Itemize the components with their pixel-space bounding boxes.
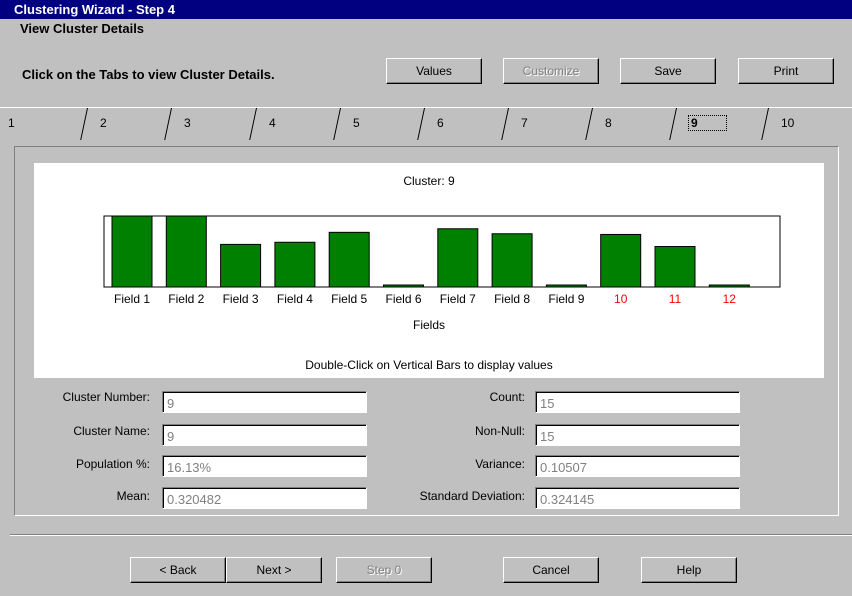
nonnull-label: Non-Null: xyxy=(474,424,525,438)
step0-button[interactable]: Step 0 xyxy=(336,557,432,583)
window-title: Clustering Wizard - Step 4 xyxy=(14,2,175,17)
save-button-label: Save xyxy=(654,64,682,78)
tab-label: 8 xyxy=(605,116,612,130)
cluster-name-input[interactable] xyxy=(163,425,366,445)
tab-label: 3 xyxy=(184,116,191,130)
tab-label: 2 xyxy=(100,116,107,130)
x-tick-label: 12 xyxy=(723,292,737,306)
instruction-text: Click on the Tabs to view Cluster Detail… xyxy=(22,67,275,82)
mean-input[interactable] xyxy=(163,488,366,508)
back-button[interactable]: < Back xyxy=(130,557,226,583)
bar-9[interactable] xyxy=(545,284,587,288)
bar-chart-svg: Cluster: 9 Field 1 Field 2 Field 3 Field 4 Fi… xyxy=(103,174,781,372)
variance-input[interactable] xyxy=(536,456,739,476)
population-label: Population %: xyxy=(75,457,150,471)
bar-12[interactable] xyxy=(708,284,750,288)
cluster-name-field[interactable] xyxy=(162,424,367,446)
cluster-number-field[interactable] xyxy=(162,391,367,413)
tab-label: 4 xyxy=(269,116,276,130)
cluster-tabs: 1 2 3 4 5 6 7 8 9 10 xyxy=(0,107,852,141)
back-arrow: < xyxy=(159,563,170,577)
tab-9[interactable]: 9 xyxy=(681,107,779,140)
tab-label: 6 xyxy=(437,116,444,130)
nonnull-input[interactable] xyxy=(536,425,739,445)
bar-11[interactable] xyxy=(654,246,696,288)
save-button[interactable]: Save xyxy=(620,58,716,84)
population-input[interactable] xyxy=(163,456,366,476)
count-field[interactable] xyxy=(535,391,740,413)
tab-8[interactable]: 8 xyxy=(597,107,687,140)
customize-button-label: Customize xyxy=(522,64,580,78)
bar-8[interactable] xyxy=(491,233,533,288)
x-tick-label: 10 xyxy=(614,292,628,306)
variance-label: Variance: xyxy=(475,457,525,471)
stddev-field[interactable] xyxy=(535,487,740,509)
bar-4[interactable] xyxy=(274,241,316,288)
tab-label: 10 xyxy=(781,116,795,130)
footer-separator xyxy=(10,534,852,536)
population-field[interactable] xyxy=(162,455,367,477)
cluster-number-label: Cluster Number: xyxy=(62,390,150,404)
x-tick-label: 11 xyxy=(669,292,682,306)
bar-5[interactable] xyxy=(328,231,370,288)
nonnull-field[interactable] xyxy=(535,424,740,446)
tab-6[interactable]: 6 xyxy=(429,107,519,140)
cancel-button[interactable]: Cancel xyxy=(503,557,599,583)
step0-button-label: Step 0 xyxy=(366,563,402,577)
tab-3[interactable]: 3 xyxy=(176,107,267,140)
stddev-input[interactable] xyxy=(536,488,739,508)
x-tick-label: Field 3 xyxy=(223,292,259,306)
tab-label: 7 xyxy=(521,116,528,130)
stddev-label: Standard Deviation: xyxy=(419,489,525,503)
count-label: Count: xyxy=(489,390,525,404)
variance-field[interactable] xyxy=(535,455,740,477)
bar-7[interactable] xyxy=(437,228,479,288)
x-tick-label: Field 7 xyxy=(440,292,476,306)
bar-10[interactable] xyxy=(600,233,642,288)
tab-1[interactable]: 1 xyxy=(0,107,98,140)
chart-title: Cluster: 9 xyxy=(403,174,455,188)
values-button-label: Values xyxy=(416,64,452,78)
count-input[interactable] xyxy=(536,392,739,412)
tab-label: 5 xyxy=(353,116,360,130)
help-button[interactable]: Help xyxy=(641,557,737,583)
tab-label: 9 xyxy=(688,115,727,131)
tab-2[interactable]: 2 xyxy=(92,107,182,140)
x-tick-label: Field 6 xyxy=(385,292,421,306)
x-axis-label: Fields xyxy=(413,318,445,332)
bar-6[interactable] xyxy=(383,284,424,288)
back-button-label: < Back xyxy=(159,563,196,577)
tab-10[interactable]: 10 xyxy=(773,107,852,139)
cluster-name-label: Cluster Name: xyxy=(73,424,150,438)
mean-label: Mean: xyxy=(116,489,150,503)
page-subtitle: View Cluster Details xyxy=(20,21,145,36)
next-button-label: Next > xyxy=(256,563,292,577)
x-tick-label: Field 8 xyxy=(494,292,530,306)
customize-button[interactable]: Customize xyxy=(503,58,599,84)
bar-3[interactable] xyxy=(220,243,262,288)
cluster-chart: Cluster: 9 Field 1 Field 2 Field 3 Field 4 Fi… xyxy=(34,163,824,378)
tab-label: 1 xyxy=(8,116,15,130)
chart-hint: Double-Click on Vertical Bars to display… xyxy=(305,358,552,372)
next-button[interactable]: Next > xyxy=(226,557,322,583)
print-button[interactable]: Print xyxy=(738,58,834,84)
tab-4[interactable]: 4 xyxy=(261,107,351,140)
cluster-number-input[interactable] xyxy=(163,392,366,412)
x-tick-label: Field 1 xyxy=(114,292,150,306)
bar-2[interactable] xyxy=(165,215,207,288)
title-bar[interactable]: Clustering Wizard - Step 4 xyxy=(0,0,852,19)
x-tick-label: Field 2 xyxy=(168,292,204,306)
tab-7[interactable]: 7 xyxy=(513,107,603,140)
mean-field[interactable] xyxy=(162,487,367,509)
back-text: Back xyxy=(169,563,197,577)
help-button-label: Help xyxy=(676,563,702,577)
x-tick-label: Field 5 xyxy=(331,292,367,306)
values-button[interactable]: Values xyxy=(386,58,482,84)
tab-5[interactable]: 5 xyxy=(345,107,435,140)
bar-1[interactable] xyxy=(111,215,153,288)
x-tick-label: Field 4 xyxy=(277,292,313,306)
print-button-label: Print xyxy=(773,64,799,78)
cancel-button-label: Cancel xyxy=(532,563,570,577)
x-tick-label: Field 9 xyxy=(548,292,584,306)
